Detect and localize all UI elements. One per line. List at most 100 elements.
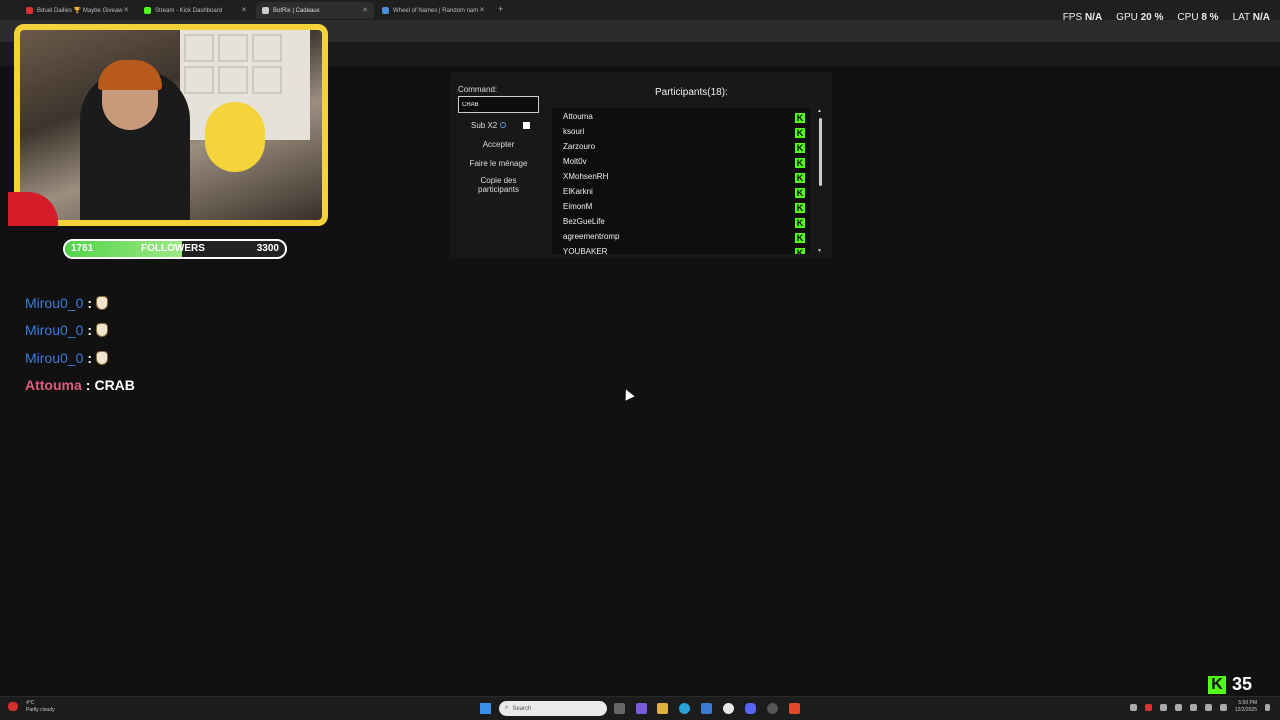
search-placeholder: Search [512,705,532,712]
kick-platform-icon: K [795,113,805,123]
emote-icon [96,351,109,365]
discord-icon[interactable] [745,703,756,714]
browser-tab-3[interactable]: Wheel of Names | Random nam ✕ [376,2,491,19]
accept-button[interactable]: Accepter [458,140,539,149]
emote-icon [96,323,109,337]
scrollbar-thumb[interactable] [819,118,822,186]
weather-desc: Partly cloudy [26,707,55,713]
command-input[interactable] [458,96,539,113]
network-icon[interactable] [1189,703,1197,711]
participant-row: ksouri [563,127,585,136]
chat-separator: : [87,350,93,366]
kick-platform-icon: K [795,128,805,138]
clean-button[interactable]: Faire le ménage [458,159,539,168]
weather-widget[interactable]: 4°C Partly cloudy [8,700,55,714]
app-icon[interactable] [636,703,647,714]
kick-platform-icon: K [795,188,805,198]
kick-platform-icon: K [795,233,805,243]
tab-favicon [26,7,33,14]
chat-username: Attouma [25,377,82,393]
participant-row: EimonM [563,202,593,211]
participant-row: ElKarkni [563,187,593,196]
plush-toy [205,102,265,172]
weather-icon [8,702,18,711]
file-explorer-icon[interactable] [657,703,668,714]
kick-platform-icon: K [795,218,805,228]
participant-row: Attouma [563,112,593,121]
scroll-up-icon[interactable]: ▲ [817,108,822,114]
sub-x2-checkbox[interactable] [523,122,530,129]
command-label: Command: [458,85,498,94]
tab-label: BotRix | Cadeaux [273,7,320,14]
windows-start-icon[interactable] [480,703,491,714]
info-icon[interactable] [500,122,507,128]
cpu-stat: CPU 8 % [1177,12,1219,23]
taskbar-search[interactable]: ⌕ Search [499,701,607,716]
tab-favicon [382,7,389,14]
mail-icon[interactable] [701,703,712,714]
kick-platform-icon: K [795,143,805,153]
tab-favicon [262,7,269,14]
clock[interactable]: 5:50 PM 12/2/2025 [1235,700,1257,714]
close-tab-icon[interactable]: ✕ [123,6,129,14]
participant-row: BezGueLife [563,217,605,226]
followers-current: 1761 [71,243,94,254]
chat-username: Mirou0_0 [25,295,84,311]
speaker-icon[interactable] [1204,703,1212,711]
chat-message: Mirou0_0: [25,350,109,366]
task-view-icon[interactable] [614,703,625,714]
notification-icon[interactable] [1265,703,1270,711]
new-tab-icon[interactable]: + [498,4,503,14]
weather-temp: 4°C [26,700,35,706]
tray-chevron-icon[interactable] [1129,703,1137,711]
chrome-icon[interactable] [723,703,734,714]
chat-separator: : [87,295,93,311]
participants-list[interactable]: Attouma Kksouri K Zarzouro K Molt0v K XMohsenRH… [552,108,810,254]
tray-app-icon[interactable] [1159,703,1167,711]
giveaway-panel: Command: Sub X2 Accepter Faire le ménage… [450,72,832,258]
lat-stat: LAT N/A [1232,12,1270,23]
chat-message: Mirou0_0: [25,322,109,338]
tab-label: Stream - Kick Dashboard [155,7,223,14]
fps-stat: FPS N/A [1062,12,1103,23]
copy-participants-button[interactable]: Copie des participants [458,176,539,194]
chat-separator: : [87,322,93,338]
tab-label: Bduel Dailies 🏆 Maybe Giveaw [37,8,123,14]
system-tray: 5:50 PM 12/2/2025 [1129,700,1270,714]
obs-icon[interactable] [767,703,778,714]
search-icon: ⌕ [505,705,509,711]
sub-x2-label: Sub X2 [471,121,498,130]
kick-platform-icon: K [795,203,805,213]
followers-goal: 3300 [256,243,279,254]
chat-message: Mirou0_0: [25,295,109,311]
browser-tab-0[interactable]: Bduel Dailies 🏆 Maybe Giveaw ✕ [20,2,135,19]
kick-platform-icon: K [795,158,805,168]
close-tab-icon[interactable]: ✕ [241,6,247,14]
performance-overlay: FPS N/A GPU 20 % CPU 8 % LAT N/A [1063,12,1270,23]
kick-logo-icon: K [1208,675,1226,694]
scroll-down-icon[interactable]: ▼ [817,248,822,254]
gpu-stat: GPU 20 % [1116,12,1164,23]
chat-username: Mirou0_0 [25,322,84,338]
microphone-icon[interactable] [1174,703,1182,711]
edge-icon[interactable] [679,703,690,714]
followers-label: FOLLOWERS [141,243,205,254]
browser-tab-2[interactable]: BotRix | Cadeaux ✕ [256,2,374,19]
webcam-feed [14,24,328,226]
brave-icon[interactable] [789,703,800,714]
participant-row: Molt0v [563,157,587,166]
tray-app-icon[interactable] [1144,703,1152,711]
windows-taskbar: 4°C Partly cloudy ⌕ Search 5:50 PM 12/2/… [0,696,1280,720]
emote-icon [96,296,109,310]
participant-row: agreementromp [563,232,620,241]
participant-row: Zarzouro [563,142,596,151]
close-tab-icon[interactable]: ✕ [479,6,485,14]
kick-platform-icon: K [795,173,805,183]
participants-scrollbar[interactable]: ▲ ▼ [816,108,826,254]
browser-tab-1[interactable]: Stream - Kick Dashboard ✕ [138,2,253,19]
chat-separator: : [85,377,91,393]
battery-icon[interactable] [1219,703,1227,711]
clock-date: 12/2/2025 [1234,707,1257,713]
viewer-count: 35 [1232,674,1253,694]
close-tab-icon[interactable]: ✕ [362,6,368,14]
